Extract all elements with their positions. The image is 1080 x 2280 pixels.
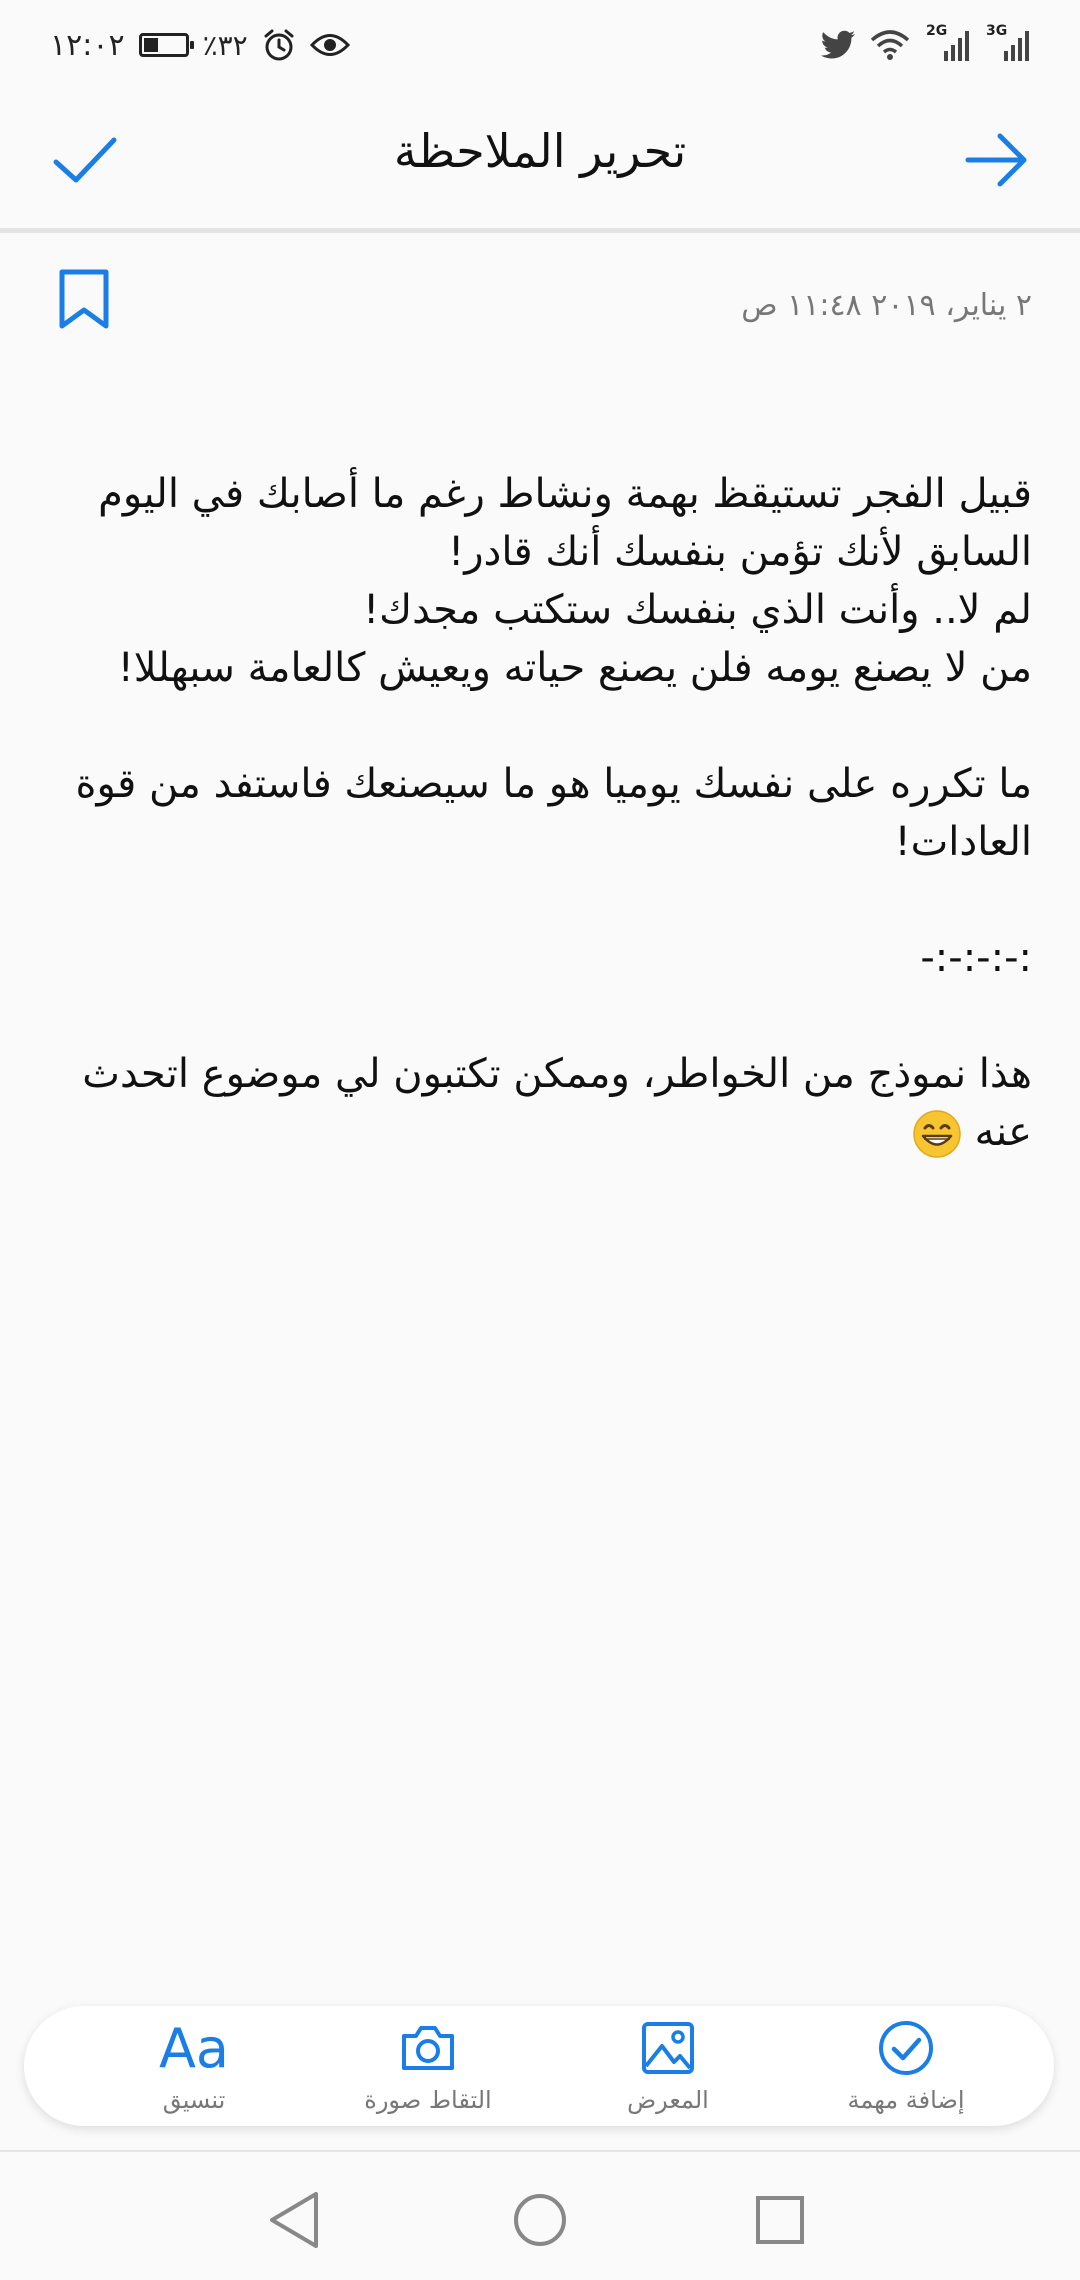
status-left: ١٢:٠٢ ٪٣٢ xyxy=(50,22,350,68)
alarm-icon xyxy=(264,29,294,61)
note-line: ما تكرره على نفسك يوميا هو ما سيصنعك فاس… xyxy=(75,761,1032,865)
note-last-paragraph: هذا نموذج من الخواطر، وممكن تكتبون لي مو… xyxy=(72,1045,1032,1161)
header-divider xyxy=(0,228,1080,233)
app-bar: تحرير الملاحظة xyxy=(0,90,1080,228)
check-circle-icon xyxy=(879,2021,933,2075)
status-bar: ١٢:٠٢ ٪٣٢ 2G 3G xyxy=(0,0,1080,90)
add-task-button[interactable]: إضافة مهمة xyxy=(796,2006,1016,2126)
bottom-toolbar: Aa تنسيق التقاط صورة المعرض إضافة مهمة xyxy=(24,2006,1054,2126)
note-line: هذا نموذج من الخواطر، وممكن تكتبون لي مو… xyxy=(82,1051,1032,1155)
note-blank-line xyxy=(72,697,1032,755)
take-photo-label: التقاط صورة xyxy=(364,2086,492,2114)
format-button[interactable]: Aa تنسيق xyxy=(84,2006,304,2126)
page-title: تحرير الملاحظة xyxy=(393,124,687,178)
back-button[interactable] xyxy=(956,120,1036,200)
gallery-icon xyxy=(642,2022,694,2074)
signal-icon: 2G xyxy=(924,23,970,63)
gallery-button[interactable]: المعرض xyxy=(558,2006,778,2126)
status-right: 2G 3G xyxy=(820,22,1030,68)
nav-home-icon[interactable] xyxy=(500,2180,580,2260)
bookmark-icon xyxy=(59,269,109,329)
note-date: ٢ يناير، ٢٠١٩ ١١:٤٨ ص xyxy=(741,288,1032,323)
screen: ١٢:٠٢ ٪٣٢ 2G 3G تحرير الملاحظة ٢ يناير، … xyxy=(0,0,1080,2280)
arrow-right-icon xyxy=(965,133,1027,187)
note-line: لم لا.. وأنت الذي بنفسك ستكتب مجدك! xyxy=(363,587,1032,633)
note-line: -:-:-:-: xyxy=(920,935,1032,981)
camera-icon xyxy=(402,2026,454,2070)
take-photo-button[interactable]: التقاط صورة xyxy=(318,2006,538,2126)
twitter-icon xyxy=(820,30,855,59)
nav-recents-icon[interactable] xyxy=(740,2180,820,2260)
eye-icon xyxy=(309,34,350,56)
note-blank-line xyxy=(72,871,1032,929)
note-line: قبيل الفجر تستيقظ بهمة ونشاط رغم ما أصاب… xyxy=(98,471,1032,575)
note-blank-line xyxy=(72,987,1032,1045)
wifi-icon xyxy=(870,30,910,60)
nav-back-icon[interactable] xyxy=(258,2180,338,2260)
gallery-label: المعرض xyxy=(627,2086,709,2114)
battery-icon xyxy=(138,33,194,57)
add-task-label: إضافة مهمة xyxy=(847,2086,965,2114)
status-time: ١٢:٠٢ xyxy=(50,27,125,63)
battery-percent: ٪٣٢ xyxy=(202,28,248,62)
format-label: تنسيق xyxy=(162,2086,226,2114)
note-editor[interactable]: قبيل الفجر تستيقظ بهمة ونشاط رغم ما أصاب… xyxy=(72,465,1032,1161)
signal-icon-2: 3G xyxy=(984,23,1030,63)
bookmark-button[interactable] xyxy=(56,268,112,332)
grinning-emoji-icon xyxy=(913,1110,961,1158)
system-nav-bar xyxy=(0,2150,1080,2280)
format-text-icon: Aa xyxy=(158,2017,230,2080)
note-line: من لا يصنع يومه فلن يصنع حياته ويعيش كال… xyxy=(117,645,1032,691)
